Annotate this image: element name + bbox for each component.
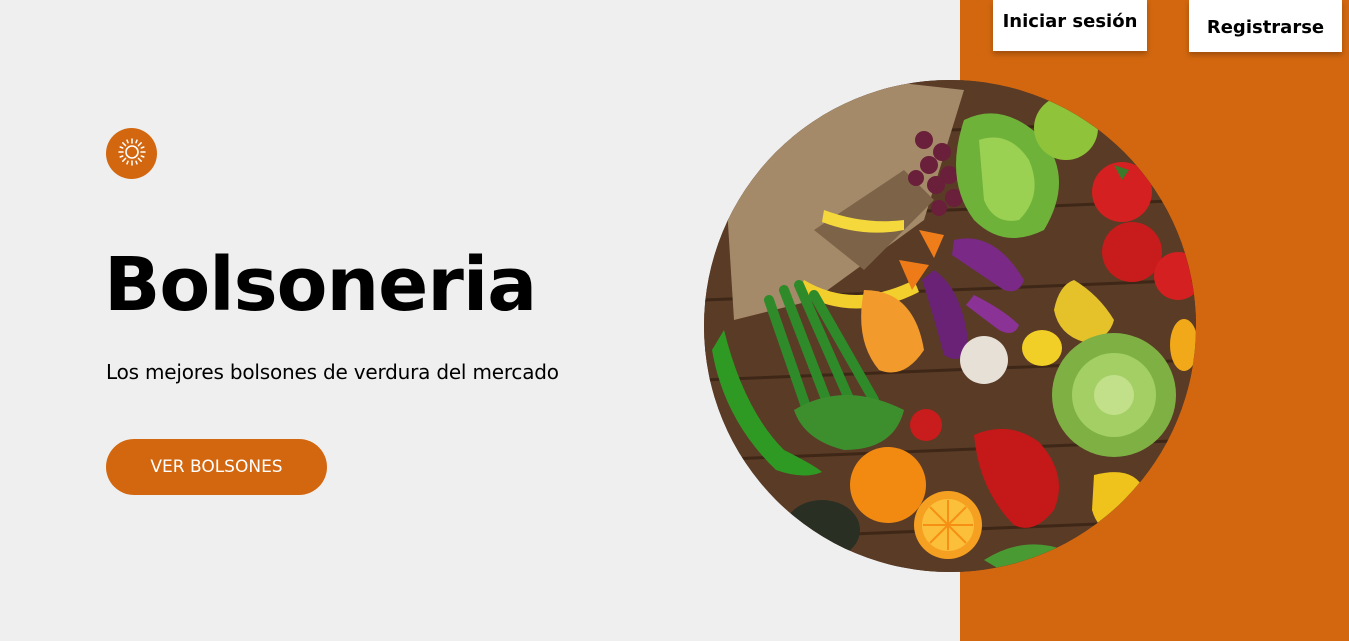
sun-icon <box>117 137 147 171</box>
view-bags-button[interactable]: VER BOLSONES <box>106 439 327 495</box>
hero-produce-image <box>704 80 1196 572</box>
tagline: Los mejores bolsones de verdura del merc… <box>106 360 559 384</box>
register-button[interactable]: Registrarse <box>1189 0 1342 52</box>
logo-badge <box>106 128 157 179</box>
brand-title: Bolsoneria <box>104 242 537 328</box>
login-button[interactable]: Iniciar sesión <box>993 0 1147 51</box>
